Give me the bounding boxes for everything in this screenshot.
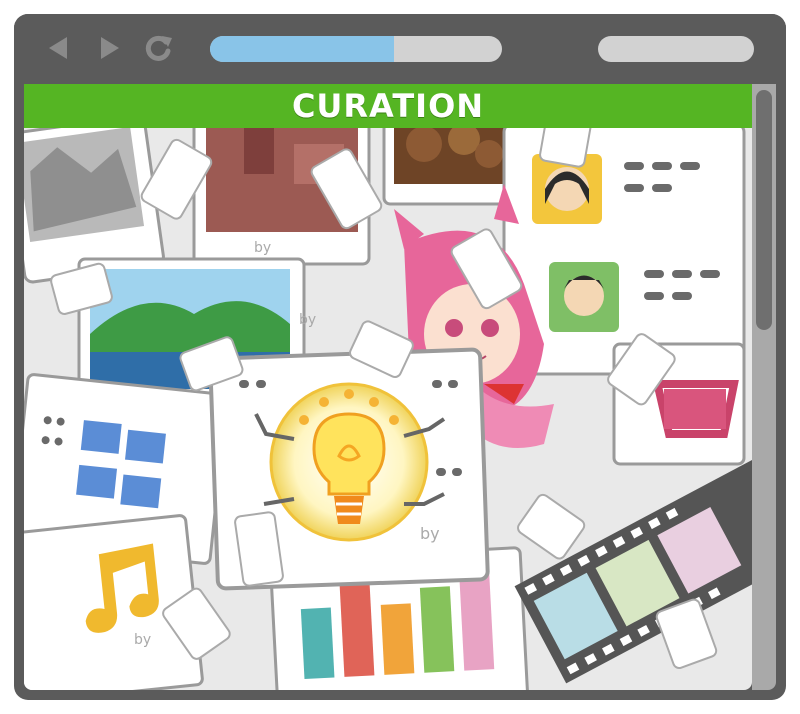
loading-progress-fill [210, 36, 394, 62]
content-area: by by by by [24, 84, 752, 690]
reload-icon [145, 35, 172, 61]
scrollbar-thumb[interactable] [756, 90, 772, 330]
browser-illustration: by by by by CURATION [0, 0, 800, 714]
curation-header: CURATION [24, 84, 752, 128]
byline-text: by [254, 240, 271, 256]
byline-text: by [134, 632, 151, 648]
byline-text: by [299, 312, 316, 328]
back-arrow-icon [49, 37, 67, 59]
back-button[interactable] [38, 28, 78, 68]
byline-text: by [420, 524, 440, 543]
forward-arrow-icon [101, 37, 119, 59]
curation-collage: by by by by [24, 92, 752, 690]
forward-button[interactable] [90, 28, 130, 68]
address-bar[interactable] [598, 36, 754, 62]
page-title: CURATION [291, 87, 485, 125]
reload-button[interactable] [138, 28, 178, 68]
loading-progress-bar [210, 36, 502, 62]
